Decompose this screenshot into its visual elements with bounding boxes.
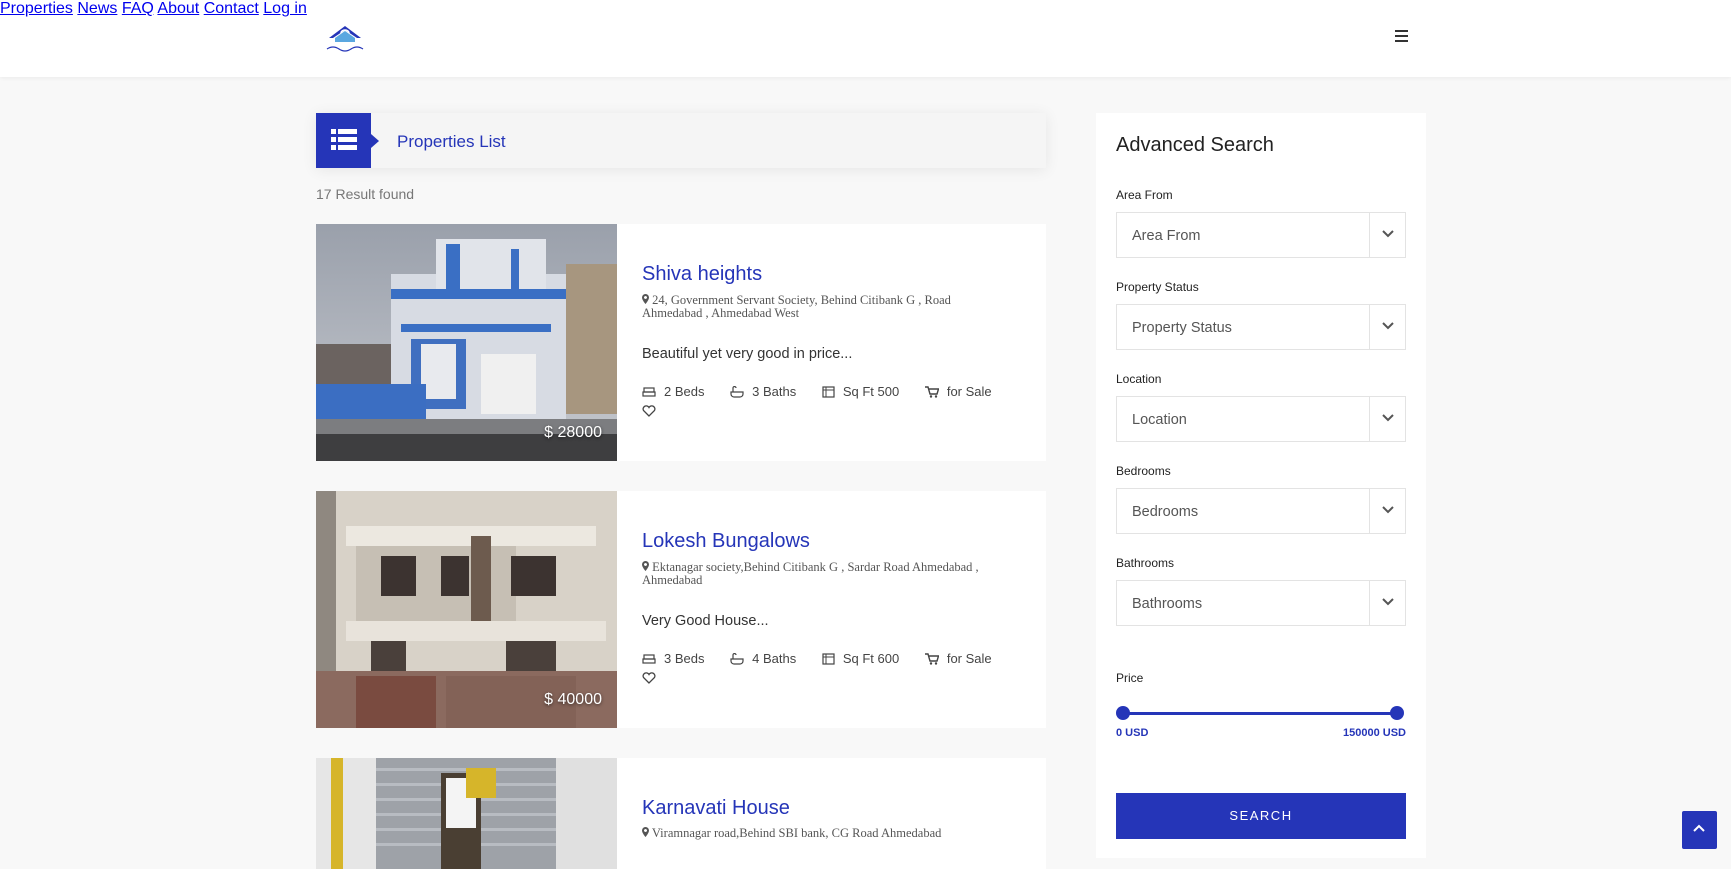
- beds-count: 3 Beds: [664, 651, 705, 666]
- area-from-value: Area From: [1132, 228, 1201, 244]
- price-slider-max-handle[interactable]: [1390, 706, 1404, 720]
- chevron-down-icon[interactable]: [1369, 397, 1405, 441]
- page-title: Properties List: [397, 132, 506, 151]
- sale-status: for Sale: [946, 384, 992, 399]
- property-address: Viramnagar road,Behind SBI bank, CG Road…: [642, 827, 1002, 840]
- bath-icon: [730, 653, 744, 665]
- property-card[interactable]: $ 40000 Lokesh Bungalows Ektanagar socie…: [316, 491, 1046, 728]
- baths-count: 3 Baths: [752, 384, 797, 399]
- property-description: Beautiful yet very good in price...: [642, 346, 853, 362]
- property-price: $ 28000: [544, 424, 602, 441]
- bedrooms-value: Bedrooms: [1132, 504, 1199, 520]
- price-slider-track[interactable]: [1123, 712, 1397, 715]
- location-label: Location: [1116, 372, 1162, 386]
- property-address: Ektanagar society,Behind Citibank G , Sa…: [642, 561, 1002, 587]
- property-photo[interactable]: [316, 758, 617, 869]
- bed-icon: [642, 654, 656, 664]
- property-name[interactable]: Shiva heights: [642, 263, 762, 286]
- property-address: 24, Government Servant Society, Behind C…: [642, 294, 1002, 320]
- cart-icon: [924, 653, 939, 665]
- chevron-down-icon[interactable]: [1369, 489, 1405, 533]
- advanced-search-panel: Advanced Search Area From Area From Prop…: [1096, 113, 1426, 858]
- area-size: Sq Ft 600: [842, 651, 900, 666]
- nav-properties[interactable]: Properties: [0, 0, 73, 17]
- map-marker-icon: [642, 560, 652, 574]
- area-from-label: Area From: [1116, 188, 1173, 202]
- property-card[interactable]: Karnavati House Viramnagar road,Behind S…: [316, 758, 1046, 869]
- address-text: Ektanagar society,Behind Citibank G , Sa…: [642, 560, 979, 587]
- location-value: Location: [1132, 412, 1187, 428]
- property-status-value: Property Status: [1132, 320, 1232, 336]
- price-max-label: 150000 USD: [1343, 727, 1406, 739]
- menu-icon[interactable]: [1395, 30, 1408, 42]
- property-name[interactable]: Karnavati House: [642, 797, 790, 820]
- nav-faq[interactable]: FAQ: [122, 0, 154, 17]
- location-select[interactable]: Location: [1116, 396, 1406, 442]
- bath-icon: [730, 386, 744, 398]
- property-photo[interactable]: $ 28000: [316, 224, 617, 461]
- property-status-label: Property Status: [1116, 280, 1199, 294]
- sale-status: for Sale: [946, 651, 992, 666]
- property-photo[interactable]: $ 40000: [316, 491, 617, 728]
- chevron-down-icon[interactable]: [1369, 581, 1405, 625]
- property-status-select[interactable]: Property Status: [1116, 304, 1406, 350]
- bedrooms-label: Bedrooms: [1116, 464, 1171, 478]
- search-button[interactable]: SEARCH: [1116, 793, 1406, 839]
- advanced-search-title: Advanced Search: [1116, 134, 1274, 156]
- property-features: 3 Beds 4 Baths Sq Ft 600 for Sale: [642, 651, 1014, 666]
- area-size: Sq Ft 500: [842, 384, 900, 399]
- property-features: 2 Beds 3 Baths Sq Ft 500 for Sale: [642, 384, 1014, 399]
- bathrooms-value: Bathrooms: [1132, 596, 1203, 612]
- area-icon: [822, 386, 835, 398]
- price-slider-min-handle[interactable]: [1116, 706, 1130, 720]
- nav-login[interactable]: Log in: [263, 0, 307, 17]
- heart-icon[interactable]: [642, 405, 656, 417]
- property-price: $ 40000: [544, 691, 602, 708]
- heart-icon[interactable]: [642, 672, 656, 684]
- chevron-up-icon: [1693, 824, 1705, 832]
- map-marker-icon: [642, 826, 652, 840]
- cart-icon: [924, 386, 939, 398]
- bedrooms-select[interactable]: Bedrooms: [1116, 488, 1406, 534]
- nav-contact[interactable]: Contact: [204, 0, 259, 17]
- nav-news[interactable]: News: [77, 0, 117, 17]
- list-icon-box: [316, 113, 379, 168]
- logo[interactable]: [321, 22, 369, 56]
- address-text: 24, Government Servant Society, Behind C…: [642, 293, 951, 320]
- area-from-select[interactable]: Area From: [1116, 212, 1406, 258]
- map-marker-icon: [642, 293, 652, 307]
- result-count: 17 Result found: [316, 186, 415, 202]
- beds-count: 2 Beds: [664, 384, 705, 399]
- price-label: Price: [1116, 671, 1144, 685]
- property-description: Very Good House...: [642, 613, 769, 629]
- back-to-top-button[interactable]: [1682, 811, 1717, 849]
- price-min-label: 0 USD: [1116, 727, 1149, 739]
- property-card[interactable]: $ 28000 Shiva heights 24, Government Ser…: [316, 224, 1046, 461]
- address-text: Viramnagar road,Behind SBI bank, CG Road…: [651, 826, 942, 840]
- bathrooms-label: Bathrooms: [1116, 556, 1175, 570]
- chevron-down-icon[interactable]: [1369, 305, 1405, 349]
- baths-count: 4 Baths: [752, 651, 797, 666]
- bed-icon: [642, 387, 656, 397]
- area-icon: [822, 653, 835, 665]
- properties-list-header: Properties List: [316, 113, 1046, 168]
- top-header: Properties News FAQ About Contact Log in: [0, 0, 1731, 77]
- nav-about[interactable]: About: [157, 0, 199, 17]
- property-name[interactable]: Lokesh Bungalows: [642, 530, 810, 553]
- list-icon: [331, 129, 357, 150]
- chevron-down-icon[interactable]: [1369, 213, 1405, 257]
- bathrooms-select[interactable]: Bathrooms: [1116, 580, 1406, 626]
